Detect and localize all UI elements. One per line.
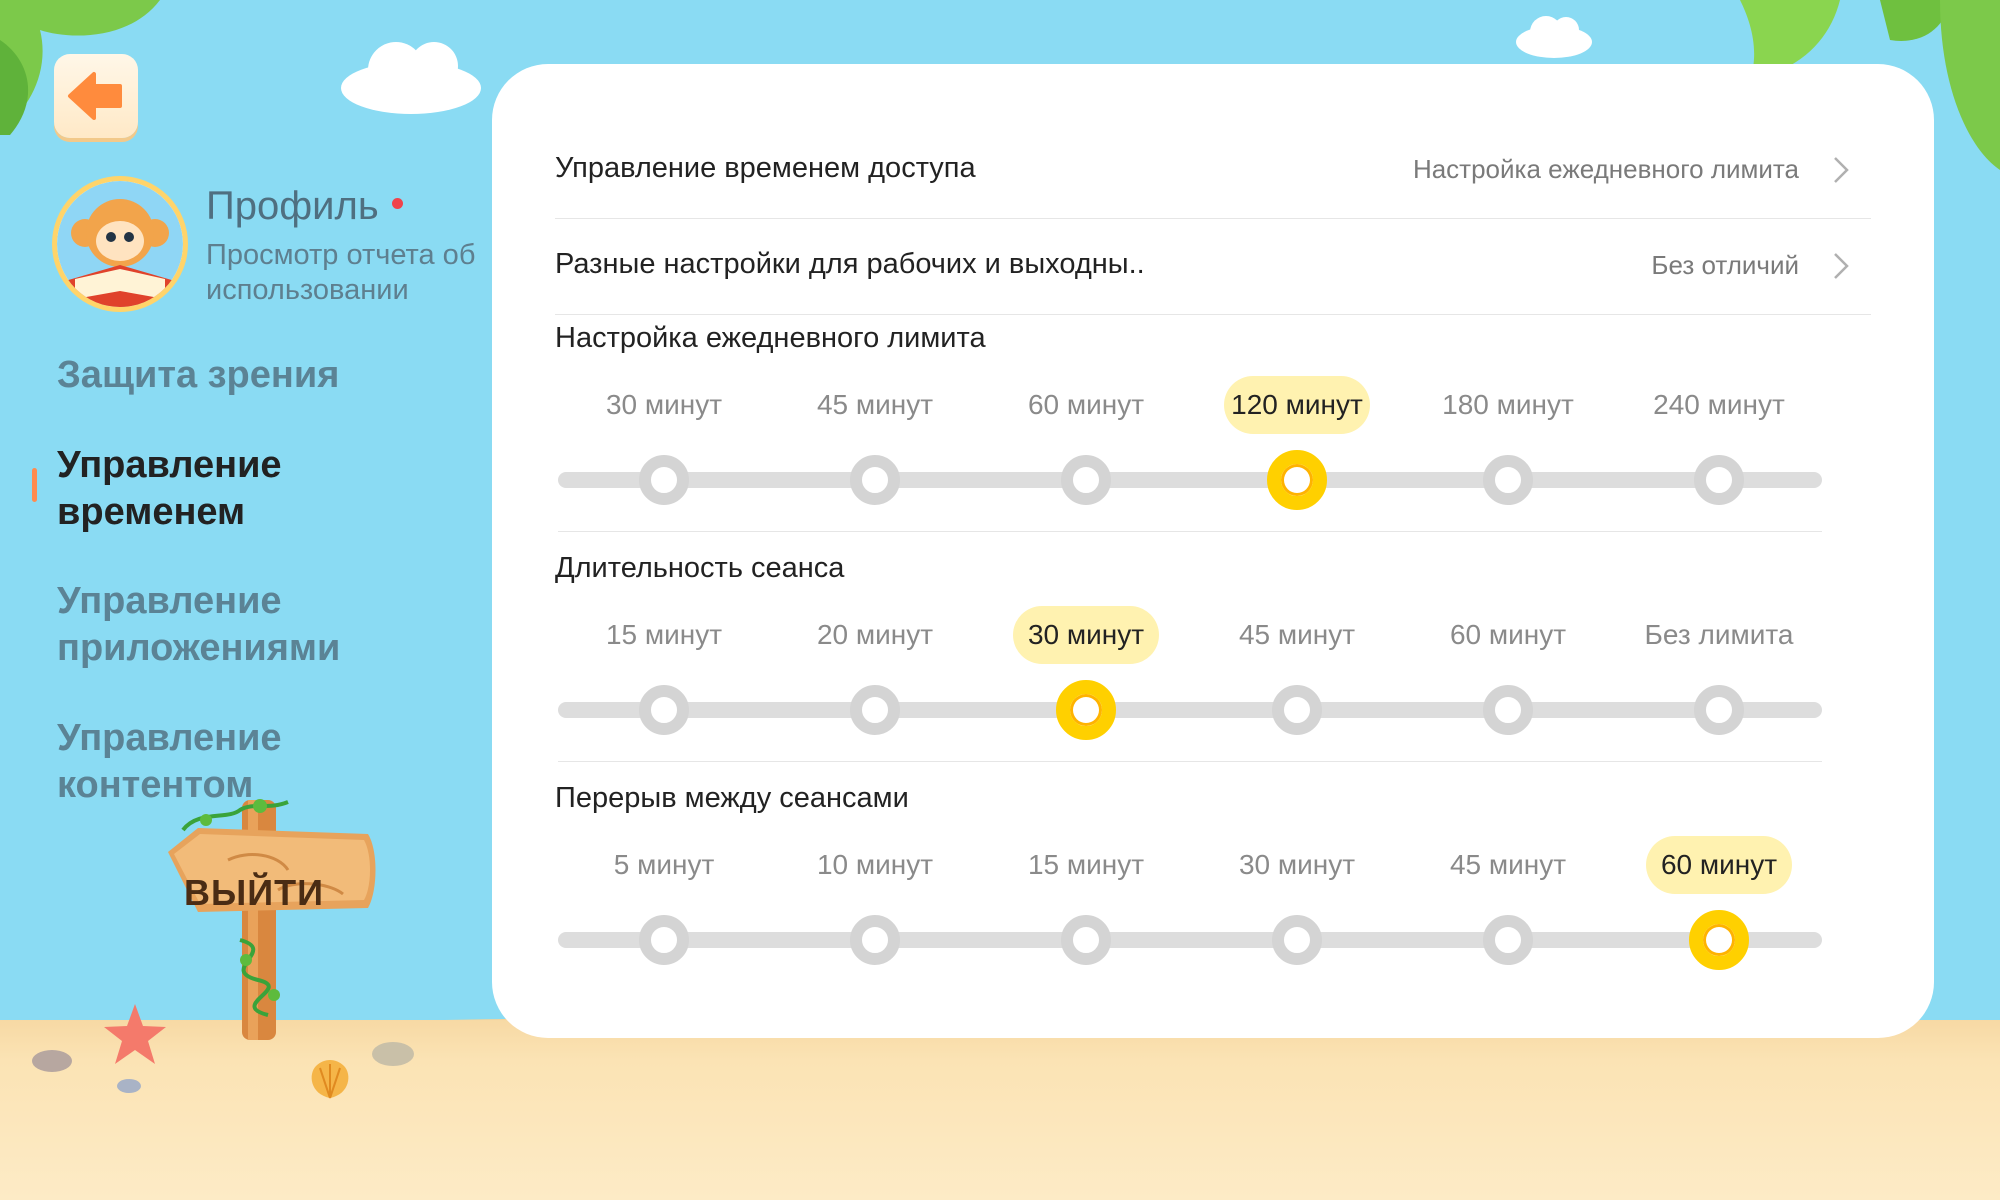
cloud-decoration bbox=[1516, 16, 1592, 58]
option-label[interactable]: 45 минут bbox=[1433, 836, 1583, 894]
profile-avatar[interactable] bbox=[52, 176, 188, 312]
profile-title[interactable]: Профиль bbox=[206, 184, 379, 229]
profile-subtitle[interactable]: Просмотр отчета об использовании bbox=[206, 238, 491, 308]
option-label[interactable]: 5 минут bbox=[589, 836, 739, 894]
slider-knob[interactable] bbox=[639, 915, 689, 965]
slider-knob[interactable] bbox=[850, 455, 900, 505]
option-label-selected[interactable]: 60 минут bbox=[1646, 836, 1792, 894]
slider-knob[interactable] bbox=[1483, 915, 1533, 965]
slider-knob[interactable] bbox=[1483, 685, 1533, 735]
sidebar-item-time-management[interactable]: Управление временем bbox=[57, 442, 317, 536]
slider-knob-selected[interactable] bbox=[1056, 680, 1116, 740]
slider-knob[interactable] bbox=[639, 685, 689, 735]
cloud-decoration bbox=[341, 42, 481, 114]
row-value: Без отличий bbox=[1651, 250, 1799, 280]
option-label[interactable]: 20 минут bbox=[800, 606, 950, 664]
notification-dot bbox=[392, 198, 403, 209]
section-title-session-length: Длительность сеанса bbox=[555, 552, 845, 584]
slider-knob[interactable] bbox=[1694, 685, 1744, 735]
pebble-decoration bbox=[117, 1079, 141, 1093]
active-nav-indicator bbox=[32, 468, 37, 502]
option-label[interactable]: 45 минут bbox=[1222, 606, 1372, 664]
section-title-break-between-sessions: Перерыв между сеансами bbox=[555, 782, 909, 814]
option-label[interactable]: 180 минут bbox=[1433, 376, 1583, 434]
slider-knob[interactable] bbox=[1483, 455, 1533, 505]
option-label[interactable]: 15 минут bbox=[589, 606, 739, 664]
seashell-decoration bbox=[311, 1060, 349, 1099]
slider-knob[interactable] bbox=[1061, 915, 1111, 965]
slider-knob[interactable] bbox=[1272, 685, 1322, 735]
sidebar-item-eye-protection[interactable]: Защита зрения bbox=[57, 352, 387, 399]
section-divider bbox=[558, 761, 1822, 762]
option-label[interactable]: Без лимита bbox=[1644, 606, 1794, 664]
option-label[interactable]: 15 минут bbox=[1011, 836, 1161, 894]
option-label[interactable]: 60 минут bbox=[1011, 376, 1161, 434]
slider-track[interactable] bbox=[558, 702, 1822, 718]
slider-knob[interactable] bbox=[850, 915, 900, 965]
row-label: Разные настройки для рабочих и выходны.. bbox=[555, 248, 1145, 280]
option-label[interactable]: 240 минут bbox=[1644, 376, 1794, 434]
option-label[interactable]: 30 минут bbox=[1222, 836, 1372, 894]
access-time-row[interactable]: Управление временем доступа Настройка еж… bbox=[555, 122, 1871, 219]
slider-knob[interactable] bbox=[1061, 455, 1111, 505]
exit-label[interactable]: ВЫЙТИ bbox=[184, 872, 324, 914]
pebble-decoration bbox=[32, 1050, 72, 1072]
slider-knob[interactable] bbox=[639, 455, 689, 505]
slider-knob[interactable] bbox=[850, 685, 900, 735]
option-label[interactable]: 60 минут bbox=[1433, 606, 1583, 664]
chevron-right-icon bbox=[1834, 253, 1849, 279]
option-label-selected[interactable]: 120 минут bbox=[1224, 376, 1370, 434]
weekday-weekend-row[interactable]: Разные настройки для рабочих и выходны..… bbox=[555, 218, 1871, 315]
slider-knob-selected[interactable] bbox=[1267, 450, 1327, 510]
chevron-right-icon bbox=[1834, 157, 1849, 183]
option-label[interactable]: 45 минут bbox=[800, 376, 950, 434]
section-divider bbox=[558, 531, 1822, 532]
exit-signpost-icon[interactable] bbox=[128, 790, 378, 1050]
monkey-avatar-icon bbox=[57, 181, 183, 307]
section-title-daily-limit: Настройка ежедневного лимита bbox=[555, 322, 986, 354]
option-label-selected[interactable]: 30 минут bbox=[1013, 606, 1159, 664]
row-label: Управление временем доступа bbox=[555, 152, 976, 184]
back-arrow-icon bbox=[68, 72, 122, 120]
sidebar-item-app-management[interactable]: Управление приложениями bbox=[57, 578, 377, 672]
settings-panel: Управление временем доступа Настройка еж… bbox=[492, 64, 1934, 1038]
slider-knob-selected[interactable] bbox=[1689, 910, 1749, 970]
row-value: Настройка ежедневного лимита bbox=[1412, 154, 1799, 184]
option-label[interactable]: 30 минут bbox=[589, 376, 739, 434]
option-label[interactable]: 10 минут bbox=[800, 836, 950, 894]
back-button[interactable] bbox=[54, 54, 138, 138]
slider-knob[interactable] bbox=[1694, 455, 1744, 505]
slider-track[interactable] bbox=[558, 932, 1822, 948]
slider-track[interactable] bbox=[558, 472, 1822, 488]
slider-knob[interactable] bbox=[1272, 915, 1322, 965]
